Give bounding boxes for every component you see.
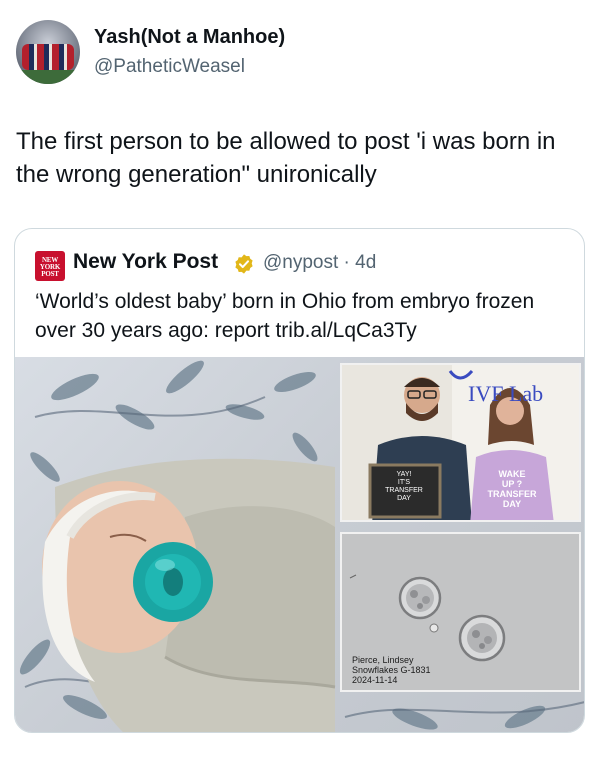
author-avatar[interactable] [16,20,80,84]
letter-board-text: YAY! IT'S TRANSFER DAY [385,471,423,502]
quoted-text: ‘World’s oldest baby’ born in Ohio from … [35,290,535,342]
shirt-text-line: WAKE [499,469,526,479]
shirt-text-line: TRANSFER [488,489,537,499]
quoted-author-handle[interactable]: @nypost · 4d [263,252,376,274]
quoted-author-name[interactable]: New York Post [73,250,218,274]
author-handle[interactable]: @PatheticWeasel [94,56,245,78]
transfer-day-photo: WAKE UP ? TRANSFER DAY IVF Lab YAY! IT'S… [340,363,581,522]
ivf-lab-sign: IVF Lab [468,381,544,406]
tweet-text: The first person to be allowed to post '… [16,128,556,188]
nypost-logo[interactable]: NEW YORK POST [35,251,65,281]
shirt-text-line: DAY [503,499,521,509]
author-name[interactable]: Yash(Not a Manhoe) [94,26,285,49]
verified-gold-badge-icon [235,254,253,274]
quoted-media[interactable]: WAKE UP ? TRANSFER DAY IVF Lab YAY! IT'S… [15,357,584,732]
embryo-microscope-image: Pierce, Lindsey Snowflakes G-1831 2024-1… [340,532,581,692]
quoted-tweet[interactable]: NEW YORK POST New York Post @nypost · 4d… [14,228,585,733]
shirt-text-line: UP ? [502,479,522,489]
microscope-label: Pierce, Lindsey Snowflakes G-1831 2024-1… [352,655,431,685]
tweet: Yash(Not a Manhoe) @PatheticWeasel The f… [0,0,599,757]
